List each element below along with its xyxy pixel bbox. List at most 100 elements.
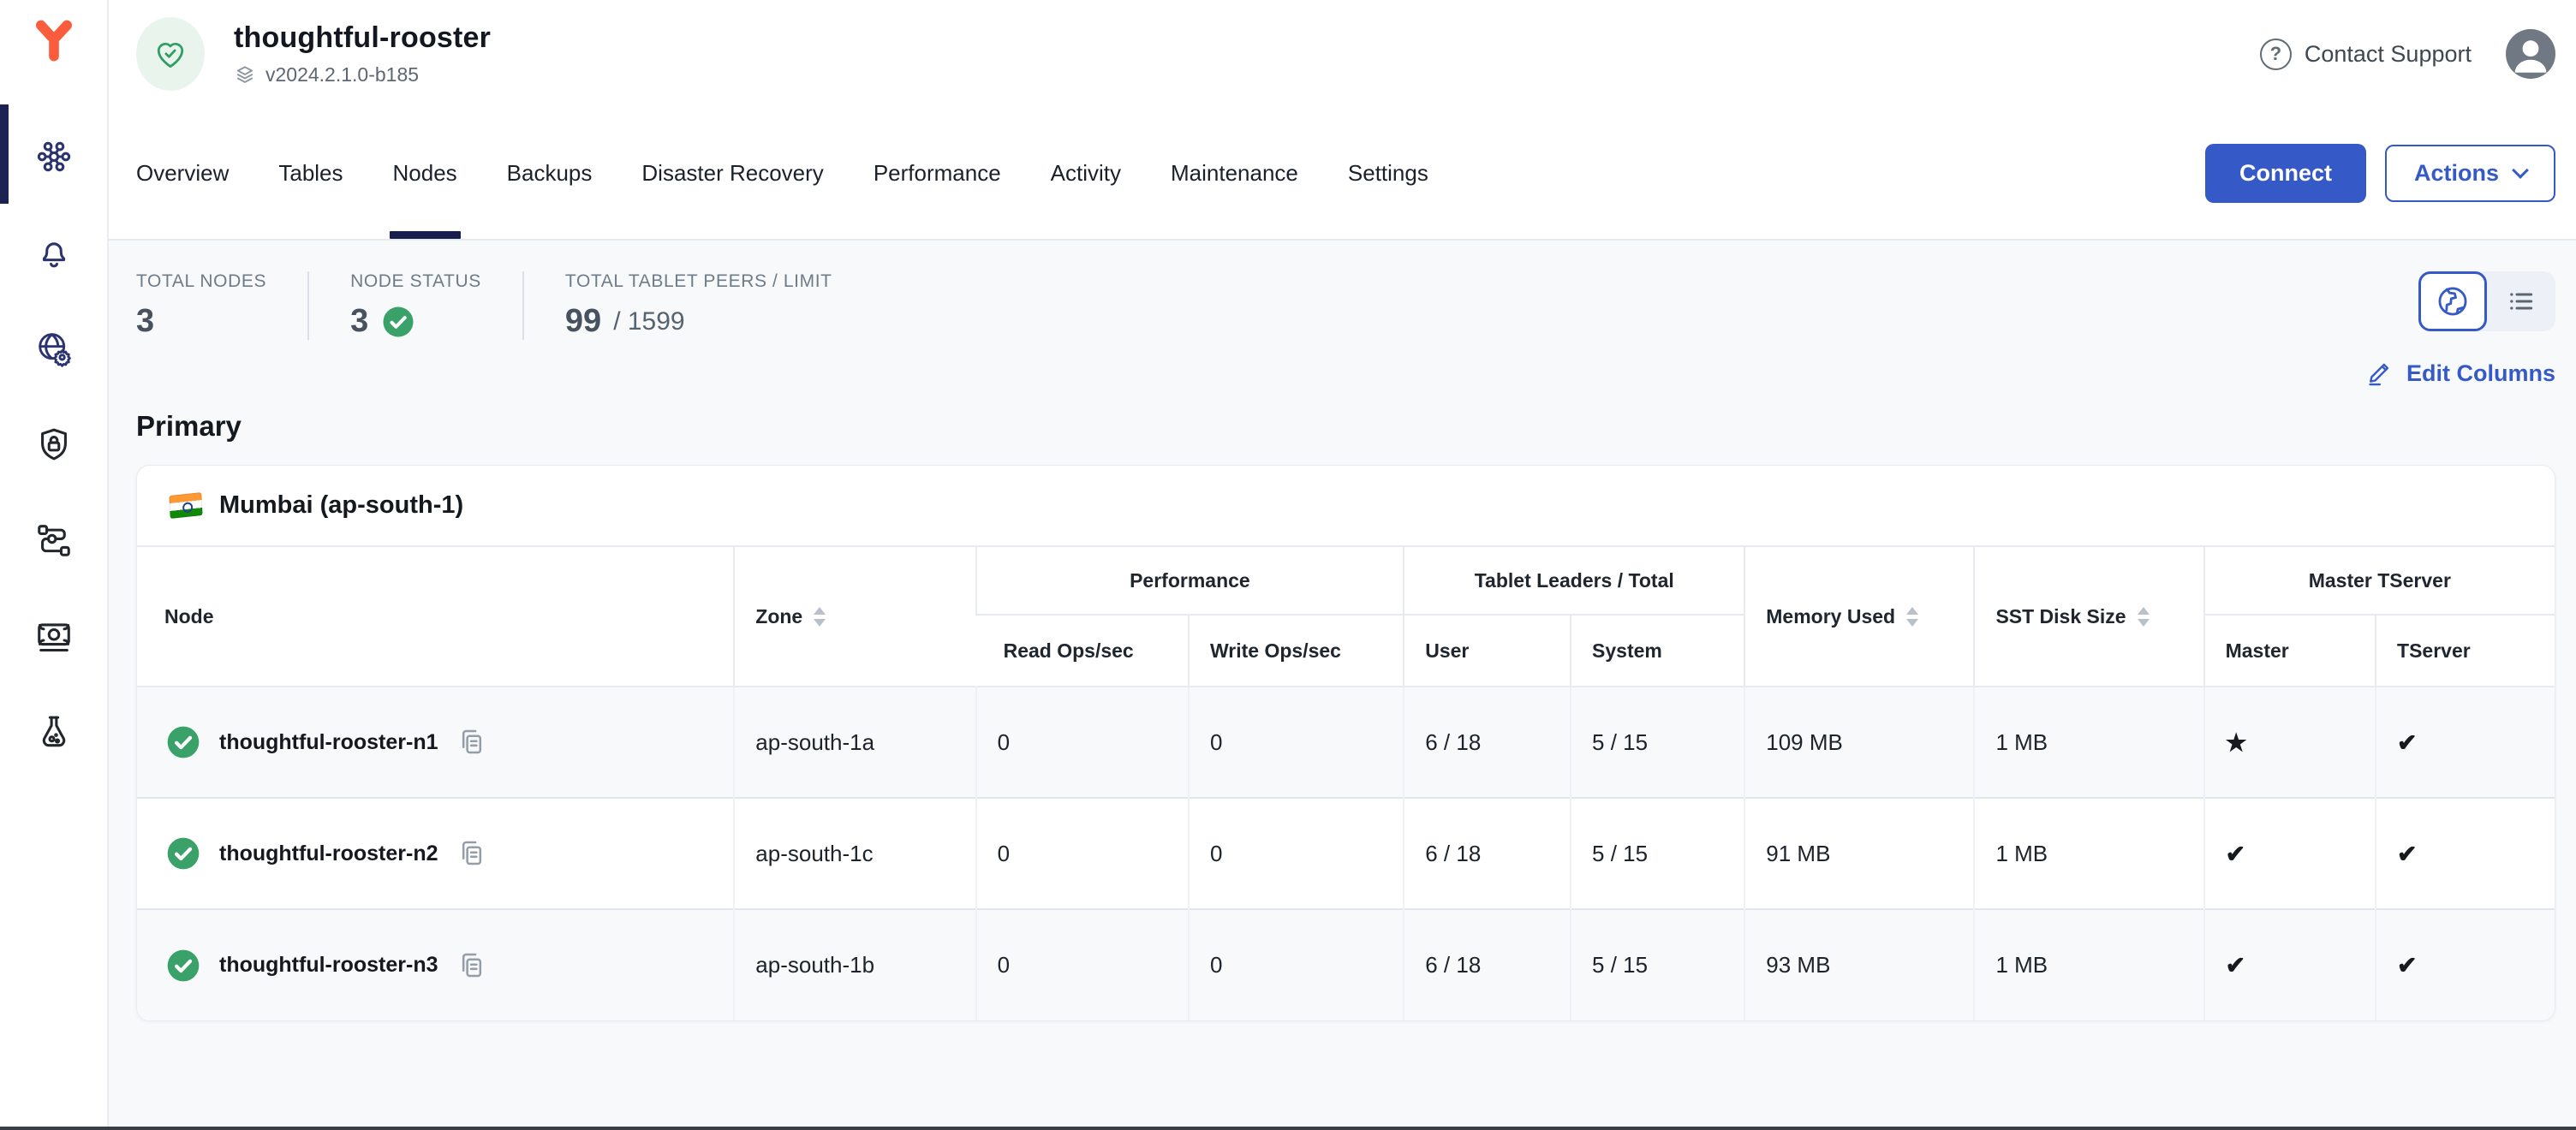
globe-icon [2435, 283, 2471, 319]
col-group-performance: Performance [976, 546, 1404, 615]
tab-nodes[interactable]: Nodes [393, 108, 457, 239]
tab-tables[interactable]: Tables [278, 108, 343, 239]
col-memory-used[interactable]: Memory Used [1744, 546, 1974, 687]
cluster-health-avatar [136, 17, 205, 91]
nodes-table-body: thoughtful-rooster-n1 ap-south-1a 0 0 6 … [137, 687, 2555, 1020]
page-title: thoughtful-rooster [234, 21, 491, 55]
sidebar-item-security[interactable] [34, 425, 74, 464]
read-ops-cell: 0 [976, 798, 1189, 909]
version-row: v2024.2.1.0-b185 [234, 63, 491, 86]
connect-button[interactable]: Connect [2205, 144, 2366, 203]
sidebar-item-billing[interactable] [34, 616, 74, 656]
heart-check-icon [152, 35, 189, 73]
actions-button[interactable]: Actions [2385, 145, 2555, 202]
tab-maintenance[interactable]: Maintenance [1171, 108, 1298, 239]
contact-support-link[interactable]: ? Contact Support [2260, 39, 2472, 70]
node-healthy-icon [164, 835, 202, 872]
chevron-down-icon [2512, 162, 2529, 179]
tab-label: Disaster Recovery [641, 160, 823, 187]
col-zone-label: Zone [755, 605, 802, 628]
main-area: thoughtful-rooster v2024.2.1.0-b185 ? Co… [109, 0, 2576, 1130]
cluster-hub-icon [34, 137, 74, 176]
col-read-ops: Read Ops/sec [976, 615, 1189, 687]
tab-label: Backups [507, 160, 593, 187]
header-right: ? Contact Support [2260, 29, 2555, 79]
map-view-toggle[interactable] [2418, 271, 2487, 331]
tab-overview[interactable]: Overview [136, 108, 229, 239]
col-group-master-tserver: Master TServer [2204, 546, 2555, 615]
stat-label: TOTAL NODES [136, 271, 266, 292]
tab-disaster-recovery[interactable]: Disaster Recovery [641, 108, 823, 239]
summary-row: TOTAL NODES 3 NODE STATUS 3 TOTAL TABLET… [136, 271, 2555, 340]
tab-settings[interactable]: Settings [1348, 108, 1428, 239]
list-icon [2504, 284, 2538, 318]
copy-node-name-button[interactable] [456, 726, 488, 758]
col-zone[interactable]: Zone [734, 546, 975, 687]
sidebar-item-notifications[interactable] [34, 233, 74, 272]
tserver-status-glyph: ✔ [2397, 952, 2417, 978]
copy-node-name-button[interactable] [456, 837, 488, 870]
memory-used-cell: 93 MB [1744, 909, 1974, 1020]
billing-banknote-icon [34, 616, 74, 656]
master-status-glyph: ✔ [2226, 952, 2245, 978]
tab-activity[interactable]: Activity [1051, 108, 1121, 239]
zone-cell: ap-south-1c [734, 798, 975, 909]
master-status-glyph: ✔ [2226, 841, 2245, 867]
col-master: Master [2204, 615, 2376, 687]
edit-columns-row: Edit Columns [136, 359, 2555, 388]
stat-value: 3 [136, 303, 266, 340]
notifications-bell-icon [34, 233, 74, 272]
tab-label: Tables [278, 160, 343, 187]
sidebar-item-integrations[interactable] [34, 520, 74, 560]
yugabyte-logo[interactable] [30, 12, 78, 68]
sst-disk-size-cell: 1 MB [1974, 687, 2203, 798]
table-row[interactable]: thoughtful-rooster-n3 ap-south-1b 0 0 6 … [137, 909, 2555, 1020]
copy-icon [456, 726, 488, 758]
copy-icon [456, 949, 488, 982]
content: TOTAL NODES 3 NODE STATUS 3 TOTAL TABLET… [109, 241, 2576, 1130]
tab-label: Activity [1051, 160, 1121, 187]
table-row[interactable]: thoughtful-rooster-n1 ap-south-1a 0 0 6 … [137, 687, 2555, 798]
col-sst-disk-size[interactable]: SST Disk Size [1974, 546, 2203, 687]
sidebar [0, 0, 109, 1130]
master-cell: ✔ [2204, 798, 2376, 909]
edit-columns-button[interactable]: Edit Columns [2366, 359, 2555, 388]
layers-icon [234, 64, 256, 86]
col-write-ops: Write Ops/sec [1189, 615, 1404, 687]
integrations-pipeline-icon [34, 520, 74, 560]
tab-label: Performance [874, 160, 1001, 187]
tserver-cell: ✔ [2376, 687, 2555, 798]
user-avatar[interactable] [2506, 29, 2555, 79]
sidebar-item-labs[interactable] [34, 712, 74, 752]
tab-performance[interactable]: Performance [874, 108, 1001, 239]
copy-node-name-button[interactable] [456, 949, 488, 982]
list-view-toggle[interactable] [2487, 271, 2555, 331]
yugabyte-y-icon [30, 15, 78, 65]
sidebar-item-clusters[interactable] [34, 137, 74, 176]
node-name: thoughtful-rooster-n1 [219, 730, 438, 755]
system-tablets-cell: 5 / 15 [1571, 798, 1744, 909]
tab-backups[interactable]: Backups [507, 108, 593, 239]
stat-value-number: 99 [565, 303, 601, 340]
system-tablets-cell: 5 / 15 [1571, 687, 1744, 798]
region-card: Mumbai (ap-south-1) Node Zone [136, 465, 2555, 1021]
zone-cell: ap-south-1b [734, 909, 975, 1020]
col-memory-label: Memory Used [1766, 605, 1895, 628]
read-ops-cell: 0 [976, 909, 1189, 1020]
version-label: v2024.2.1.0-b185 [265, 63, 419, 86]
window-bottom-edge [0, 1127, 2576, 1130]
col-user: User [1404, 615, 1571, 687]
sort-arrows-icon [814, 607, 826, 627]
stat-value-suffix: / 1599 [613, 307, 684, 336]
security-shield-lock-icon [34, 425, 74, 464]
stat-total-nodes: TOTAL NODES 3 [136, 271, 309, 340]
tab-label: Maintenance [1171, 160, 1298, 187]
col-node: Node [137, 546, 734, 687]
sidebar-item-network[interactable] [34, 329, 74, 368]
table-row[interactable]: thoughtful-rooster-n2 ap-south-1c 0 0 6 … [137, 798, 2555, 909]
node-name: thoughtful-rooster-n3 [219, 953, 438, 978]
tserver-status-glyph: ✔ [2397, 841, 2417, 867]
region-card-header: Mumbai (ap-south-1) [137, 466, 2555, 545]
memory-used-cell: 109 MB [1744, 687, 1974, 798]
write-ops-cell: 0 [1189, 798, 1404, 909]
